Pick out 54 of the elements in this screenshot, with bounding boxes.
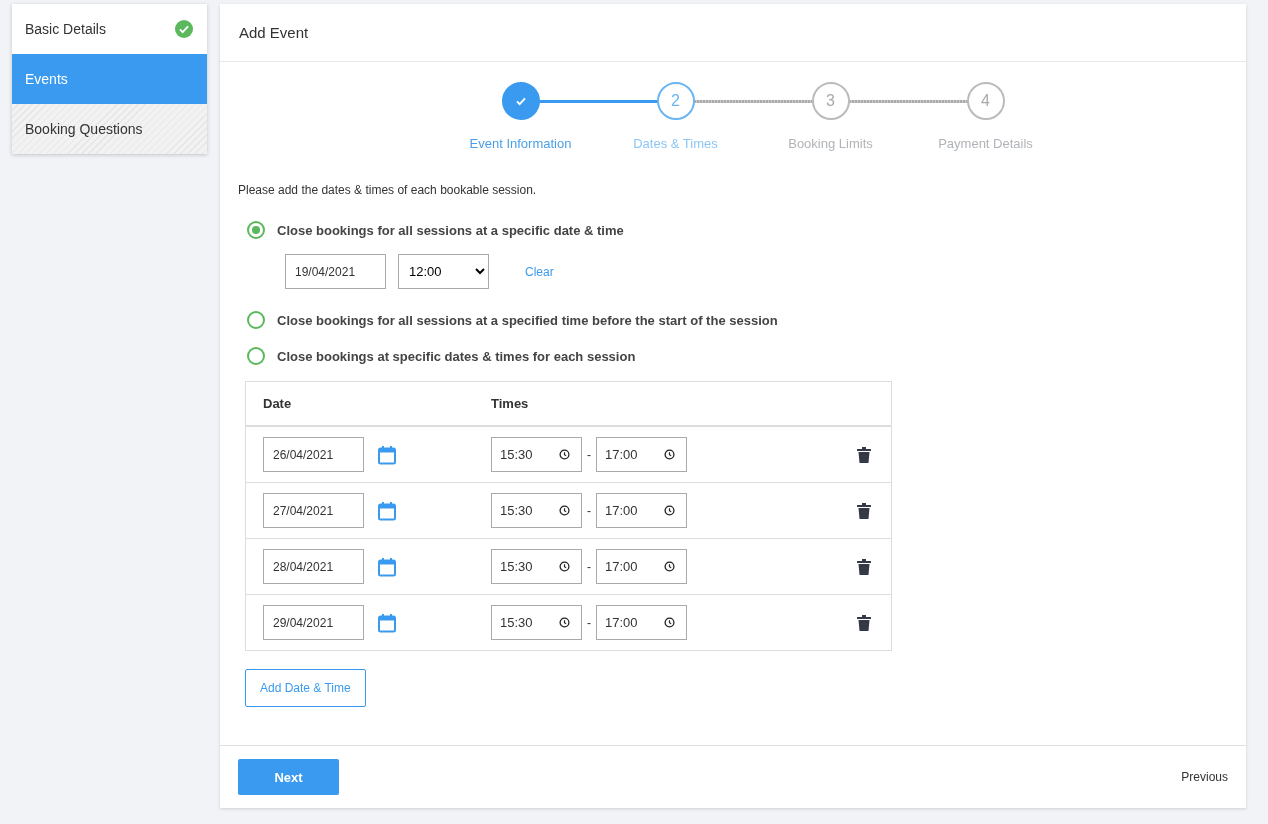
option-label: Close bookings at specific dates & times for each session — [277, 348, 636, 364]
date-field[interactable]: 27/04/2021 — [263, 493, 364, 528]
clock-icon — [664, 561, 675, 572]
time-field[interactable]: 15:30 — [491, 549, 582, 584]
radio-button[interactable] — [247, 347, 265, 365]
instruction-text: Please add the dates & times of each bookable session. — [238, 183, 538, 197]
time-separator: - — [587, 559, 591, 574]
previous-link[interactable]: Previous — [1181, 770, 1228, 784]
option-label: Close bookings for all sessions at a specific date & time — [277, 222, 624, 238]
time-separator: - — [587, 503, 591, 518]
step-circle: 2 — [656, 82, 695, 120]
time-field[interactable]: 15:30 — [491, 437, 582, 472]
step-label: Payment Details — [938, 136, 1033, 151]
time-field[interactable]: 17:00 — [596, 605, 687, 640]
time-field[interactable]: 17:00 — [596, 437, 687, 472]
step-label: Dates & Times — [633, 136, 718, 151]
step-label: Event Information — [469, 136, 572, 151]
sidebar-item[interactable]: Basic Details — [12, 4, 207, 54]
trash-icon[interactable] — [857, 558, 871, 575]
calendar-icon[interactable] — [377, 612, 397, 633]
trash-icon[interactable] — [857, 446, 871, 463]
calendar-icon[interactable] — [377, 444, 397, 465]
trash-icon[interactable] — [857, 614, 871, 631]
date-field[interactable]: 19/04/2021 — [285, 254, 386, 289]
clock-icon — [559, 561, 570, 572]
time-dropdown[interactable]: 12:00 — [398, 254, 489, 289]
clock-icon — [664, 449, 675, 460]
option-label: Close bookings for all sessions at a specified time before the start of the session — [277, 312, 778, 328]
step-circle: 3 — [811, 82, 850, 120]
date-field[interactable]: 26/04/2021 — [263, 437, 364, 472]
time-separator: - — [587, 615, 591, 630]
clock-icon — [559, 449, 570, 460]
check-icon — [175, 20, 193, 38]
column-header: Times — [491, 396, 529, 411]
step-label: Booking Limits — [788, 136, 873, 151]
step-circle: 4 — [966, 82, 1005, 120]
time-field[interactable]: 17:00 — [596, 549, 687, 584]
clock-icon — [664, 617, 675, 628]
time-separator: - — [587, 447, 591, 462]
calendar-icon[interactable] — [377, 556, 397, 577]
clock-icon — [664, 505, 675, 516]
time-field[interactable]: 15:30 — [491, 493, 582, 528]
date-field[interactable]: 29/04/2021 — [263, 605, 364, 640]
column-header: Date — [263, 396, 293, 411]
clock-icon — [559, 505, 570, 516]
radio-button[interactable] — [247, 221, 265, 239]
card-title: Add Event — [220, 4, 1246, 62]
time-field[interactable]: 15:30 — [491, 605, 582, 640]
date-field[interactable]: 28/04/2021 — [263, 549, 364, 584]
time-field[interactable]: 17:00 — [596, 493, 687, 528]
trash-icon[interactable] — [857, 502, 871, 519]
radio-button[interactable] — [247, 311, 265, 329]
clock-icon — [559, 617, 570, 628]
calendar-icon[interactable] — [377, 500, 397, 521]
